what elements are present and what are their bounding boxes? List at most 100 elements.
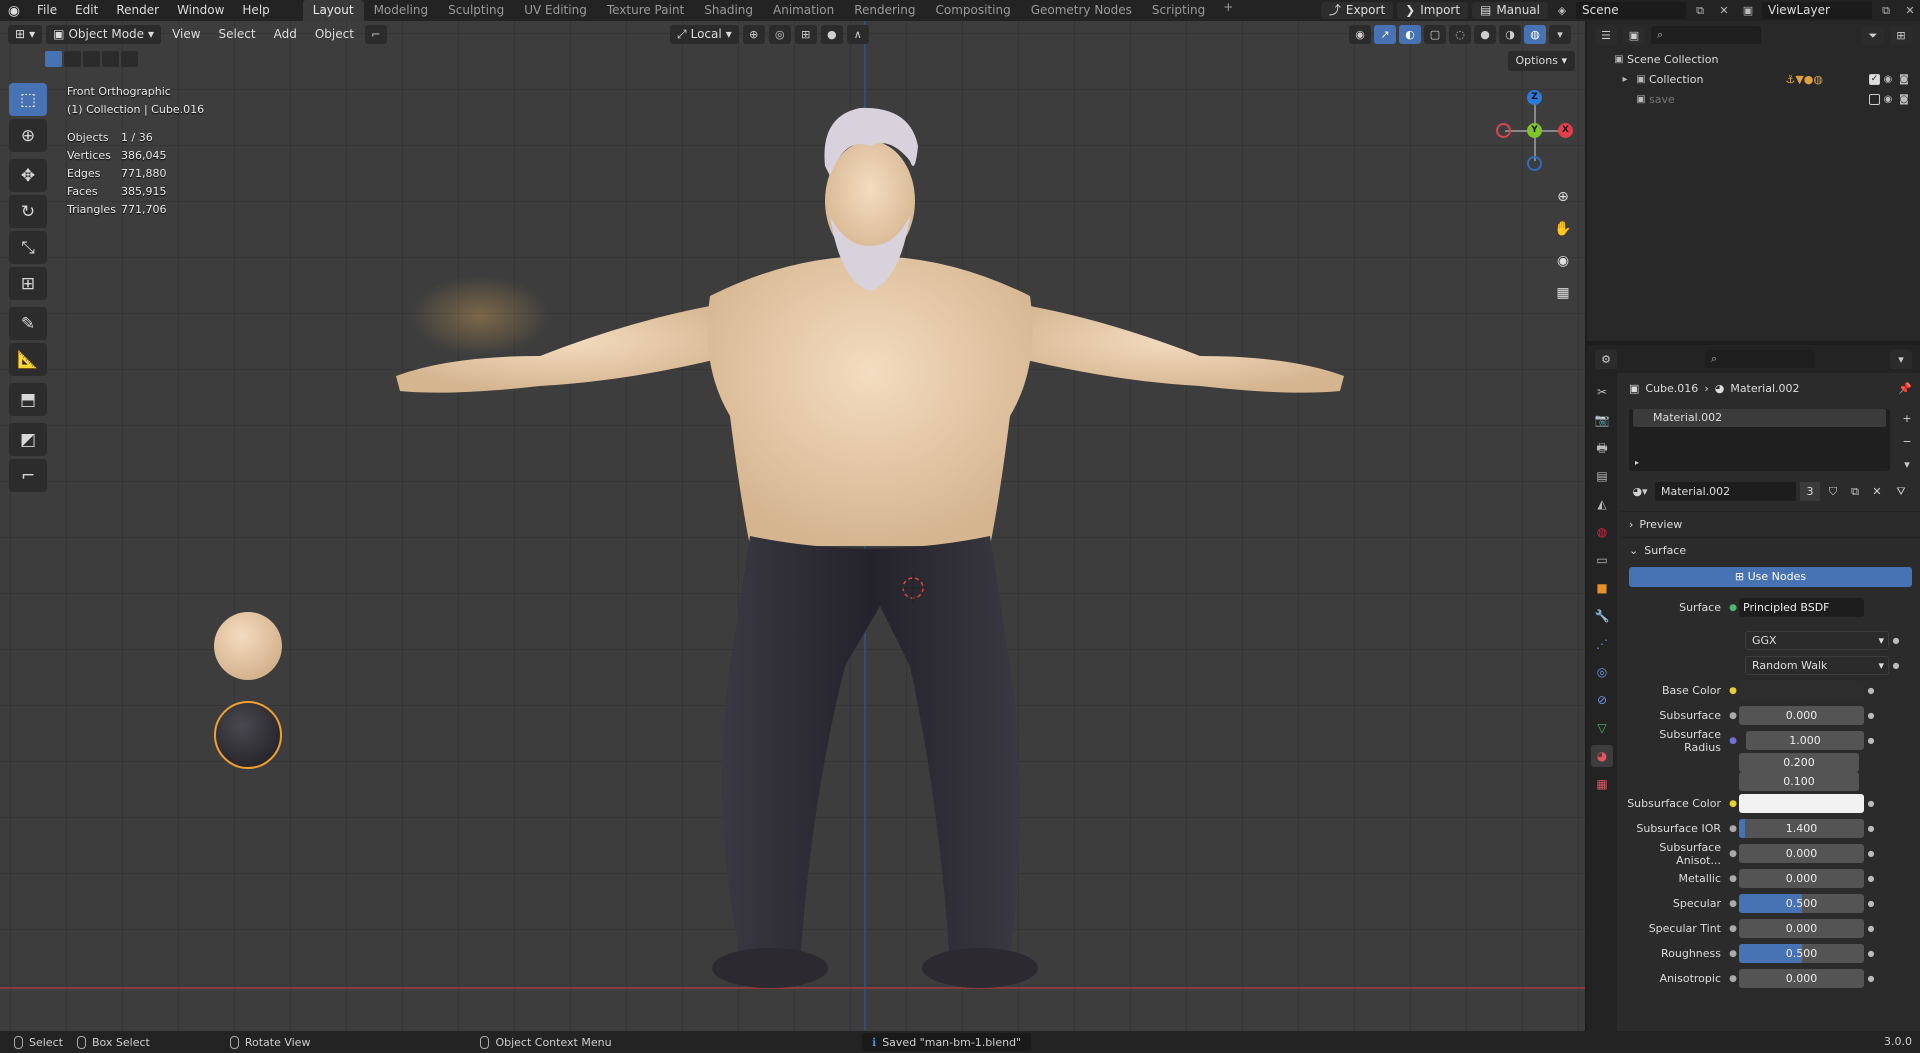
subsurface-method-select[interactable]: Random Walk ▾ xyxy=(1745,656,1889,675)
snap-icon[interactable]: ◎ xyxy=(768,25,791,44)
solid-shading-icon[interactable]: ● xyxy=(1474,25,1496,44)
menu-file[interactable]: File xyxy=(28,0,66,21)
tab-sculpting[interactable]: Sculpting xyxy=(438,0,514,21)
snap-target-icon[interactable]: ⊞ xyxy=(794,25,817,44)
filter-icon[interactable]: ⏷ xyxy=(1862,25,1884,45)
zoom-icon[interactable]: ⊕ xyxy=(1550,184,1576,210)
material-users-count[interactable]: 3 xyxy=(1800,481,1820,501)
gizmo-neg-z-axis[interactable] xyxy=(1527,156,1542,171)
keyframe-dot-icon[interactable]: ● xyxy=(1864,711,1878,720)
include-checkbox[interactable]: ✓ xyxy=(1869,73,1880,85)
outliner-item-collection[interactable]: ▸ ▣ Collection ⚓▼●◍ ✓ ◉ ◙ xyxy=(1587,69,1920,89)
render-camera-icon[interactable]: ◙ xyxy=(1896,74,1912,85)
keyframe-dot-icon[interactable]: ● xyxy=(1864,736,1878,745)
subsurface-ior-field[interactable]: 1.400 xyxy=(1739,819,1864,838)
keyframe-dot-icon[interactable]: ● xyxy=(1864,974,1878,983)
keyframe-dot-icon[interactable]: ● xyxy=(1864,799,1878,808)
menu-object[interactable]: Object xyxy=(308,25,361,44)
select-new-icon[interactable] xyxy=(45,51,62,67)
subsurface-radius-z-field[interactable]: 0.100 xyxy=(1739,772,1859,791)
metallic-field[interactable]: 0.000 xyxy=(1739,869,1864,888)
scale-tool-icon[interactable]: ⤡ xyxy=(9,231,47,264)
view-layer-tab-icon[interactable]: ▤ xyxy=(1591,465,1613,487)
subsurface-field[interactable]: 0.000 xyxy=(1739,706,1864,725)
scene-name-field[interactable]: Scene xyxy=(1576,2,1686,19)
menu-select[interactable]: Select xyxy=(212,25,263,44)
base-color-swatch[interactable] xyxy=(1739,681,1864,700)
preview-panel-header[interactable]: › Preview xyxy=(1621,511,1920,537)
tab-modeling[interactable]: Modeling xyxy=(364,0,439,21)
tool-tab-icon[interactable]: ✂ xyxy=(1591,381,1613,403)
anisotropic-field[interactable]: 0.000 xyxy=(1739,969,1864,988)
shading-options-icon[interactable]: ▾ xyxy=(1549,25,1571,44)
scene-tab-icon[interactable]: ◭ xyxy=(1591,493,1613,515)
menu-help[interactable]: Help xyxy=(233,0,278,21)
tab-animation[interactable]: Animation xyxy=(763,0,844,21)
render-tab-icon[interactable]: 📷 xyxy=(1591,409,1613,431)
outliner-search-input[interactable]: ⌕ xyxy=(1651,26,1761,44)
blender-logo-icon[interactable]: ◉ xyxy=(0,3,28,19)
add-workspace-button[interactable]: + xyxy=(1215,0,1241,21)
proportional-edit-icon[interactable]: ● xyxy=(820,25,843,44)
surface-shader-field[interactable]: Principled BSDF xyxy=(1739,598,1864,617)
keyframe-dot-icon[interactable]: ● xyxy=(1864,849,1878,858)
keyframe-dot-icon[interactable]: ● xyxy=(1864,924,1878,933)
physics-tab-icon[interactable]: ◎ xyxy=(1591,661,1613,683)
rotate-tool-icon[interactable]: ↻ xyxy=(9,195,47,228)
overlay-toggle-icon[interactable]: ◐ xyxy=(1399,25,1421,44)
scene-selector-icon[interactable]: ◈ xyxy=(1552,2,1572,19)
measure-tool-icon[interactable]: 📐 xyxy=(9,343,47,376)
menu-render[interactable]: Render xyxy=(107,0,168,21)
transform-orientation-select[interactable]: ⤢ Local ▾ xyxy=(670,25,739,44)
outliner-editor-icon[interactable]: ☰ xyxy=(1595,25,1617,45)
cursor-tool-icon[interactable]: ⊕ xyxy=(9,119,47,152)
collection-tab-icon[interactable]: ▭ xyxy=(1591,549,1613,571)
particles-tab-icon[interactable]: ⋰ xyxy=(1591,633,1613,655)
world-tab-icon[interactable]: ◍ xyxy=(1591,521,1613,543)
tab-scripting[interactable]: Scripting xyxy=(1142,0,1215,21)
tab-layout[interactable]: Layout xyxy=(302,0,364,21)
texture-tab-icon[interactable]: ▦ xyxy=(1591,773,1613,795)
view-layer-field[interactable]: ViewLayer xyxy=(1762,2,1872,19)
menu-add[interactable]: Add xyxy=(267,25,304,44)
subsurface-color-swatch[interactable] xyxy=(1739,794,1864,813)
select-box-tool-icon[interactable]: ⬚ xyxy=(9,83,47,116)
rendered-shading-icon[interactable]: ◍ xyxy=(1524,25,1546,44)
editor-type-button[interactable]: ⊞ ▾ xyxy=(8,24,43,44)
surface-panel-header[interactable]: ⌄ Surface xyxy=(1621,537,1920,563)
import-button[interactable]: ❯ Import xyxy=(1397,2,1469,19)
tab-texture-paint[interactable]: Texture Paint xyxy=(597,0,694,21)
fake-user-icon[interactable]: ⛉ xyxy=(1824,481,1842,501)
menu-edit[interactable]: Edit xyxy=(66,0,107,21)
use-nodes-button[interactable]: ⊞ Use Nodes xyxy=(1629,567,1912,587)
specular-tint-field[interactable]: 0.000 xyxy=(1739,919,1864,938)
pan-hand-icon[interactable]: ✋ xyxy=(1550,216,1576,242)
mode-select[interactable]: ▣ Object Mode ▾ xyxy=(46,24,162,44)
keyframe-dot-icon[interactable]: ● xyxy=(1864,824,1878,833)
export-button[interactable]: ⤴ Export xyxy=(1320,2,1394,19)
gizmo-z-axis[interactable]: Z xyxy=(1527,90,1542,105)
eye-icon[interactable]: ◉ xyxy=(1880,94,1896,105)
options-button[interactable]: Options ▾ xyxy=(1507,51,1575,71)
outliner-item-save[interactable]: ▣ save ◉ ◙ xyxy=(1587,89,1920,109)
tab-shading[interactable]: Shading xyxy=(694,0,763,21)
constraints-tab-icon[interactable]: ⊘ xyxy=(1591,689,1613,711)
output-tab-icon[interactable]: 🖶 xyxy=(1591,437,1613,459)
material-link-icon[interactable]: ⛛ xyxy=(1890,481,1912,501)
visibility-icon[interactable]: ◉ xyxy=(1349,25,1371,44)
manual-button[interactable]: ▤ Manual xyxy=(1472,2,1548,19)
browse-material-icon[interactable]: ◕▾ xyxy=(1629,481,1651,501)
character-model[interactable] xyxy=(390,106,1350,1006)
modifier-tab-icon[interactable]: 🔧 xyxy=(1591,605,1613,627)
pants-preview-sphere[interactable] xyxy=(214,701,282,769)
new-scene-icon[interactable]: ⧉ xyxy=(1690,2,1710,19)
distribution-select[interactable]: GGX ▾ xyxy=(1745,631,1889,650)
view-layer-icon[interactable]: ▣ xyxy=(1738,2,1758,19)
eye-icon[interactable]: ◉ xyxy=(1880,74,1896,85)
annotate-tool-icon[interactable]: ✎ xyxy=(9,307,47,340)
material-tab-icon[interactable]: ◕ xyxy=(1591,745,1613,767)
add-slot-icon[interactable]: + xyxy=(1898,409,1916,428)
tab-rendering[interactable]: Rendering xyxy=(844,0,925,21)
navigation-gizmo[interactable]: Z Y X xyxy=(1495,86,1575,176)
subsurface-radius-y-field[interactable]: 0.200 xyxy=(1739,753,1859,772)
